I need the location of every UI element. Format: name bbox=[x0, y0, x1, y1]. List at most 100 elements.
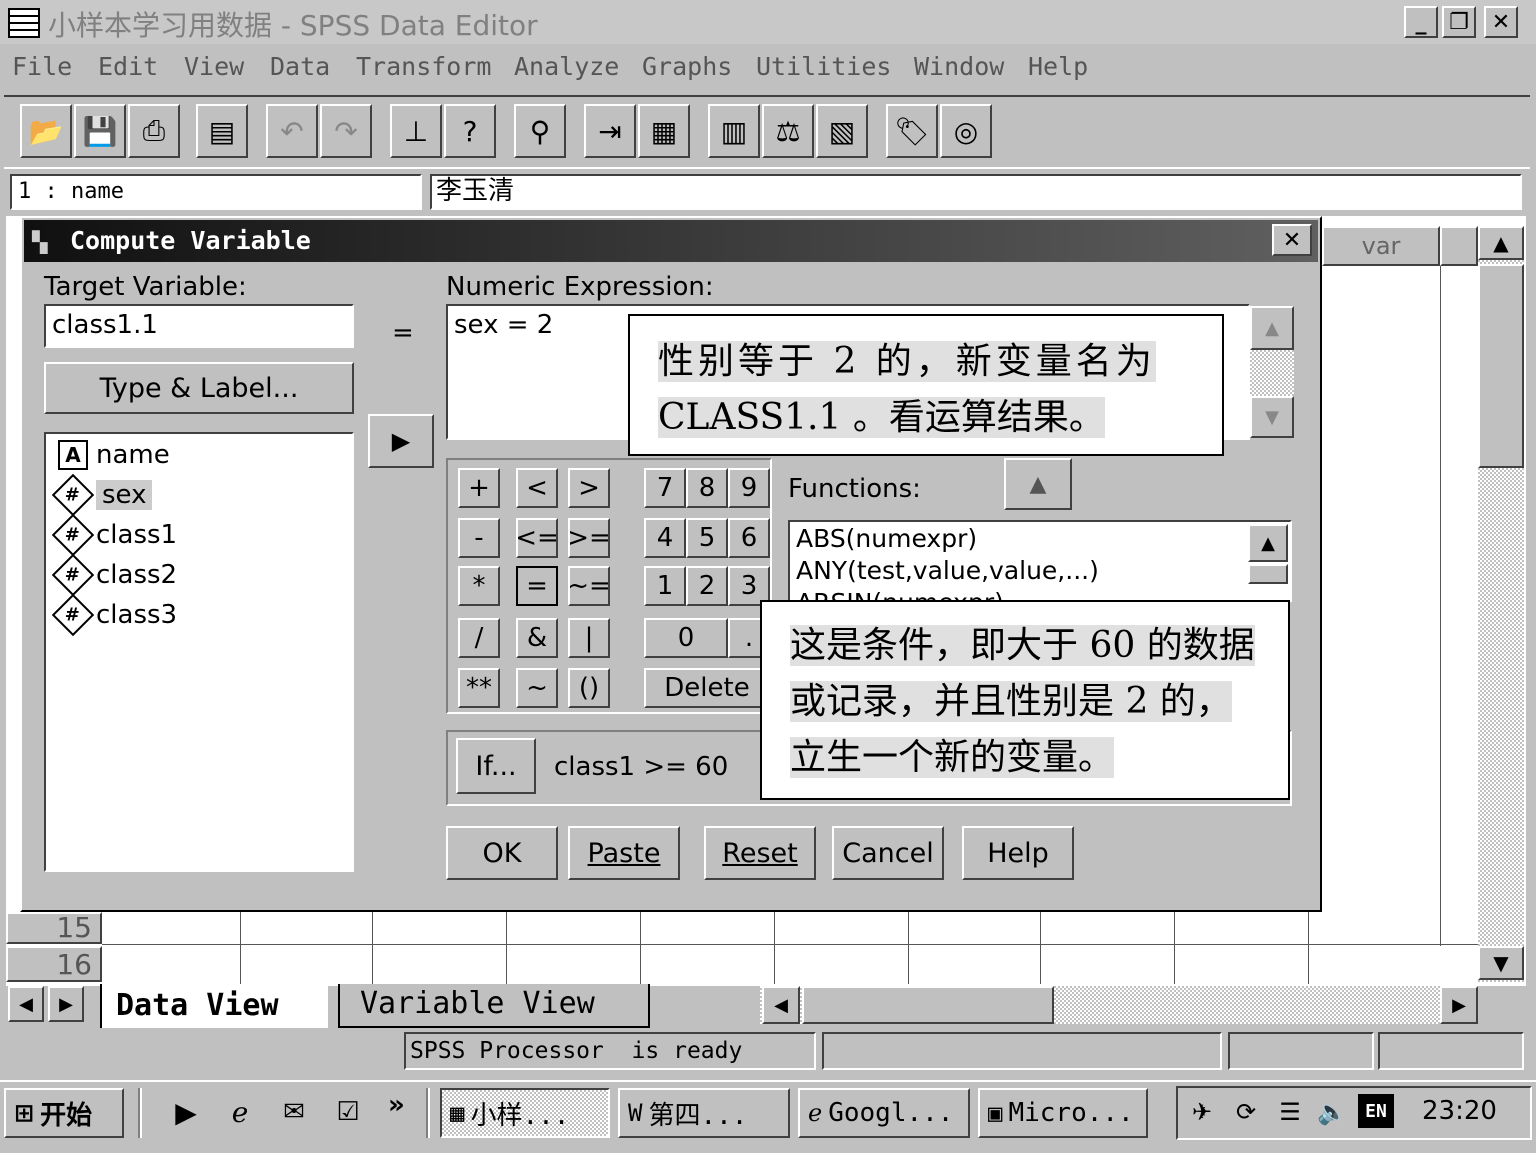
use-sets-icon[interactable]: ◎ bbox=[940, 104, 992, 158]
key-less-equal[interactable]: <= bbox=[515, 518, 559, 558]
split-file-icon[interactable]: ▥ bbox=[708, 104, 760, 158]
menu-graphs[interactable]: Graphs bbox=[642, 52, 732, 81]
list-item[interactable]: # class2 bbox=[51, 553, 177, 597]
volume-icon[interactable]: 🔈 bbox=[1312, 1092, 1352, 1132]
if-button[interactable]: If... bbox=[456, 738, 536, 794]
list-item[interactable]: ARSIN(numexpr) bbox=[796, 588, 1004, 600]
dialog-recall-icon[interactable]: ▤ bbox=[196, 104, 248, 158]
outlook-express-icon[interactable]: ✉ bbox=[272, 1090, 316, 1134]
tray-sync-icon[interactable]: ⟳ bbox=[1226, 1092, 1266, 1132]
type-label-button[interactable]: Type & Label... bbox=[44, 362, 354, 414]
functions-scroll-thumb[interactable] bbox=[1248, 564, 1288, 584]
row-header-15[interactable]: 15 bbox=[6, 912, 102, 944]
language-indicator[interactable]: EN bbox=[1358, 1094, 1394, 1128]
expr-scroll-track[interactable] bbox=[1250, 350, 1294, 396]
tab-data-view[interactable]: Data View bbox=[100, 984, 328, 1028]
key-1[interactable]: 1 bbox=[644, 566, 686, 606]
menu-view[interactable]: View bbox=[184, 52, 244, 81]
menu-window[interactable]: Window bbox=[914, 52, 1004, 81]
cancel-button[interactable]: Cancel bbox=[832, 826, 944, 880]
dialog-close-icon[interactable]: ✕ bbox=[1272, 224, 1312, 256]
tray-network-icon[interactable]: ☰ bbox=[1270, 1092, 1310, 1132]
paste-button[interactable]: Paste bbox=[568, 826, 680, 880]
list-item[interactable]: ABS(numexpr) bbox=[796, 524, 977, 553]
key-not[interactable]: ~ bbox=[516, 668, 558, 708]
reset-button[interactable]: Reset bbox=[704, 826, 816, 880]
list-item[interactable]: # class1 bbox=[51, 513, 177, 557]
key-0[interactable]: 0 bbox=[644, 618, 728, 658]
key-greater-equal[interactable]: >= bbox=[567, 518, 611, 558]
open-file-icon[interactable]: 📂 bbox=[20, 104, 72, 158]
key-not-equal[interactable]: ~= bbox=[567, 566, 611, 606]
task-spss-data-editor[interactable]: ▦ 小样... bbox=[440, 1088, 610, 1138]
menu-help[interactable]: Help bbox=[1028, 52, 1088, 81]
start-button[interactable]: ⊞ 开始 bbox=[4, 1088, 124, 1138]
key-delete[interactable]: Delete bbox=[644, 668, 770, 708]
task-google[interactable]: ℯ Googl... bbox=[798, 1088, 970, 1138]
key-7[interactable]: 7 bbox=[644, 468, 686, 508]
find-icon[interactable]: ⚲ bbox=[514, 104, 566, 158]
key-minus[interactable]: - bbox=[458, 518, 500, 558]
column-header-blank[interactable] bbox=[1440, 226, 1478, 266]
key-parentheses[interactable]: () bbox=[568, 668, 610, 708]
expr-scroll-down-icon[interactable]: ▼ bbox=[1250, 396, 1294, 438]
move-right-arrow-icon[interactable]: ▶ bbox=[368, 414, 434, 468]
list-item[interactable]: # class3 bbox=[51, 593, 177, 637]
redo-icon[interactable]: ↷ bbox=[320, 104, 372, 158]
select-cases-icon[interactable]: ▧ bbox=[816, 104, 868, 158]
goto-case-icon[interactable]: ? bbox=[444, 104, 496, 158]
tab-variable-view[interactable]: Variable View bbox=[338, 984, 650, 1028]
maximize-icon[interactable]: ❐ bbox=[1442, 6, 1476, 38]
expr-scroll-up-icon[interactable]: ▲ bbox=[1250, 306, 1294, 350]
cell-value-editor[interactable]: 李玉清 bbox=[430, 174, 1522, 210]
key-plus[interactable]: + bbox=[458, 468, 500, 508]
undo-icon[interactable]: ↶ bbox=[266, 104, 318, 158]
list-item[interactable]: A name bbox=[58, 440, 170, 470]
close-icon[interactable]: ✕ bbox=[1484, 6, 1518, 38]
key-less-than[interactable]: < bbox=[516, 468, 558, 508]
key-9[interactable]: 9 bbox=[728, 468, 770, 508]
paste-function-up-icon[interactable]: ▲ bbox=[1004, 458, 1072, 510]
scroll-up-icon[interactable]: ▲ bbox=[1478, 226, 1524, 260]
column-header-var[interactable]: var bbox=[1322, 226, 1440, 266]
hscroll-left-icon[interactable]: ◀ bbox=[762, 986, 800, 1024]
task-microsoft[interactable]: ▣ Micro... bbox=[978, 1088, 1148, 1138]
row-header-16[interactable]: 16 bbox=[6, 946, 102, 982]
ok-button[interactable]: OK bbox=[446, 826, 558, 880]
key-divide[interactable]: / bbox=[458, 618, 500, 658]
key-8[interactable]: 8 bbox=[686, 468, 728, 508]
quicklaunch-more-icon[interactable]: » bbox=[388, 1090, 405, 1120]
print-icon[interactable]: ⎙ bbox=[128, 104, 180, 158]
save-icon[interactable]: 💾 bbox=[74, 104, 126, 158]
key-5[interactable]: 5 bbox=[686, 518, 728, 558]
menu-data[interactable]: Data bbox=[270, 52, 330, 81]
horizontal-scroll-thumb[interactable] bbox=[802, 986, 1054, 1024]
menu-file[interactable]: File bbox=[12, 52, 72, 81]
menu-analyze[interactable]: Analyze bbox=[514, 52, 619, 81]
key-4[interactable]: 4 bbox=[644, 518, 686, 558]
goto-chart-icon[interactable]: ⊥ bbox=[390, 104, 442, 158]
menu-edit[interactable]: Edit bbox=[98, 52, 158, 81]
key-power[interactable]: ** bbox=[458, 668, 500, 708]
spreadsheet-app-icon[interactable] bbox=[8, 8, 40, 38]
hscroll-right-icon[interactable]: ▶ bbox=[1440, 986, 1478, 1024]
vertical-scroll-thumb[interactable] bbox=[1478, 264, 1524, 468]
channels-icon[interactable]: ☑ bbox=[326, 1090, 370, 1134]
minimize-icon[interactable]: _ bbox=[1404, 6, 1438, 38]
menu-utilities[interactable]: Utilities bbox=[756, 52, 891, 81]
tab-scroll-right-icon[interactable]: ▶ bbox=[48, 986, 84, 1022]
value-labels-icon[interactable]: 🏷 bbox=[886, 104, 938, 158]
key-equals[interactable]: = bbox=[516, 566, 558, 606]
list-item[interactable]: # sex bbox=[51, 473, 153, 517]
insert-case-icon[interactable]: ⇥ bbox=[584, 104, 636, 158]
show-desktop-icon[interactable]: ▶ bbox=[164, 1090, 208, 1134]
key-or[interactable]: | bbox=[568, 618, 610, 658]
key-6[interactable]: 6 bbox=[728, 518, 770, 558]
menu-transform[interactable]: Transform bbox=[356, 52, 491, 81]
weight-cases-icon[interactable]: ⚖ bbox=[762, 104, 814, 158]
target-variable-input[interactable]: class1.1 bbox=[44, 304, 354, 348]
key-greater-than[interactable]: > bbox=[568, 468, 610, 508]
internet-explorer-icon[interactable]: ℯ bbox=[218, 1090, 262, 1134]
insert-variable-icon[interactable]: ▦ bbox=[638, 104, 690, 158]
scroll-down-icon[interactable]: ▼ bbox=[1478, 946, 1524, 980]
